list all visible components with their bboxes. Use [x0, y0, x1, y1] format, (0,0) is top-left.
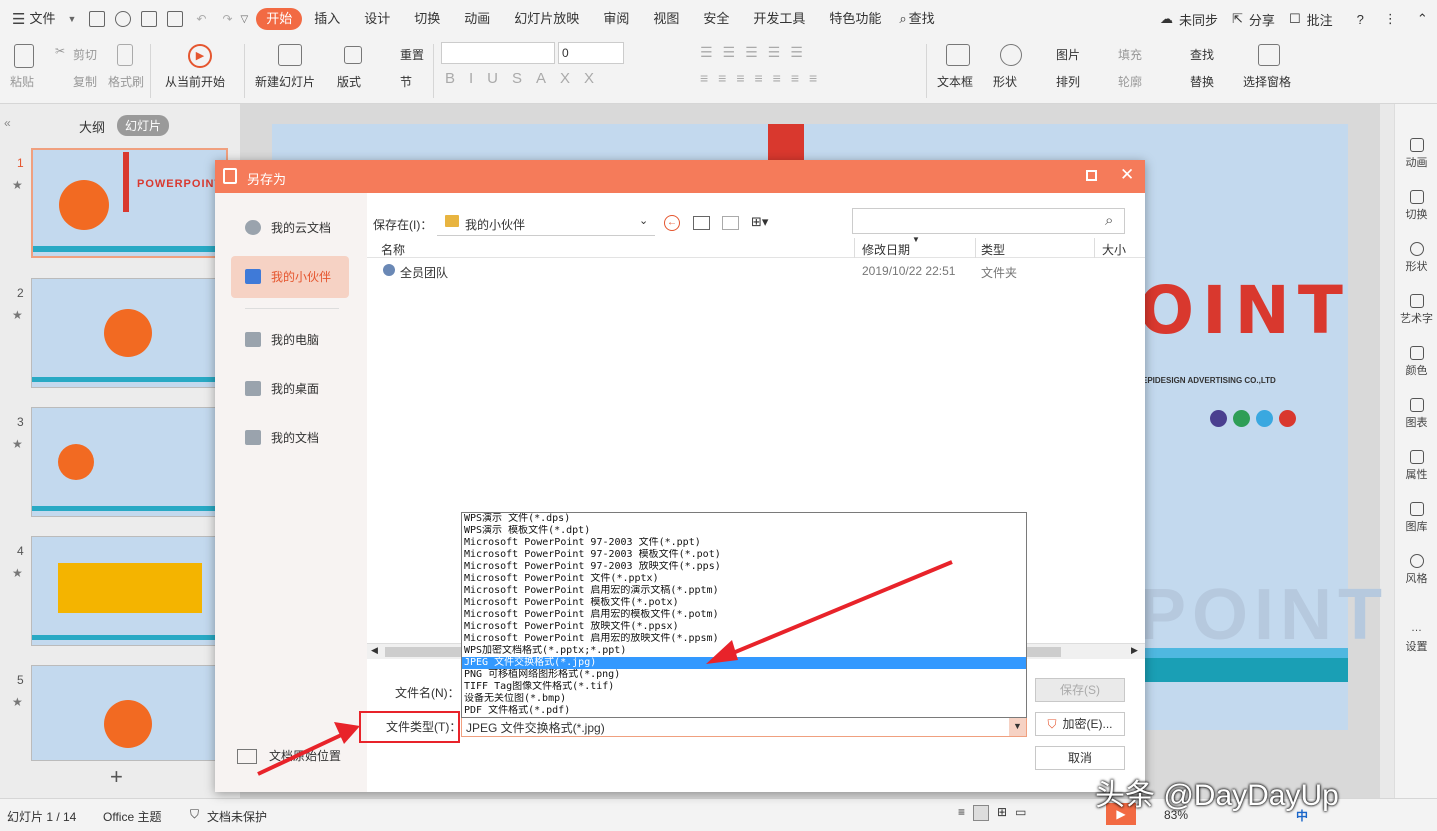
annotation-arrows	[257, 560, 953, 776]
watermark-text: 头条 @DayDayUp	[1095, 779, 1339, 812]
